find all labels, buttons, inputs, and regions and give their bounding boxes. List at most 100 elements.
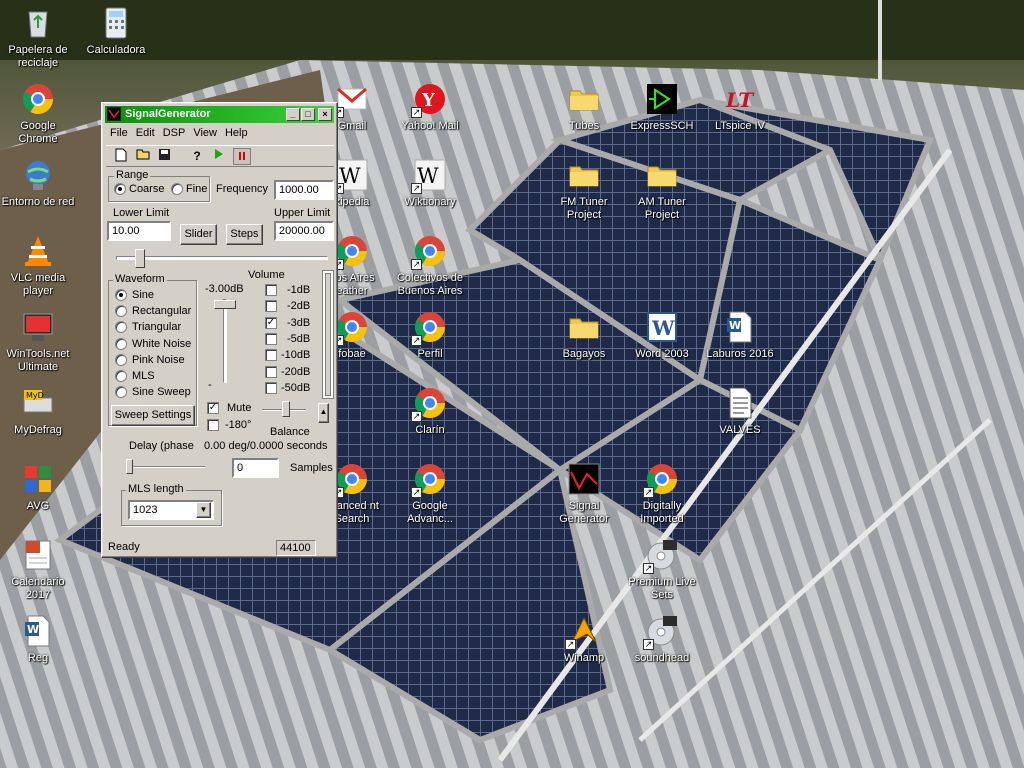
pause-icon[interactable] xyxy=(233,148,251,165)
network-icon xyxy=(21,158,55,192)
yahoo-icon: Y ↗ xyxy=(411,82,447,118)
menu-view[interactable]: View xyxy=(189,125,221,139)
desktop-icon-colectivos[interactable]: ↗ Colectivos de Buenos Aires xyxy=(392,234,468,298)
waveform-radio-mls[interactable] xyxy=(115,370,127,382)
volume-step-checkbox[interactable] xyxy=(265,332,277,345)
menu-edit[interactable]: Edit xyxy=(132,125,159,139)
desktop-icon-label: AVG xyxy=(26,500,50,512)
upper-limit-field[interactable]: 20000.00 xyxy=(274,221,334,241)
mls-length-select[interactable]: 1023 ▼ xyxy=(128,500,214,520)
volume-step-checkbox[interactable] xyxy=(265,365,277,378)
lower-limit-field[interactable]: 10.00 xyxy=(107,221,171,241)
desktop-icon-laburos[interactable]: W Laburos 2016 xyxy=(702,310,778,361)
volume-step-checkbox[interactable] xyxy=(265,349,277,362)
title-bar[interactable]: SignalGenerator _ □ × xyxy=(105,106,334,123)
desktop-icon-wintools[interactable]: WinTools.net Ultimate xyxy=(0,310,76,374)
desktop-icon-label: Wiktionary xyxy=(404,196,456,208)
volume-step-checkbox[interactable] xyxy=(265,381,277,394)
desktop-icon-vlc[interactable]: VLC media player xyxy=(0,234,76,298)
close-button[interactable]: × xyxy=(318,108,332,121)
waveform-radio-pink-noise[interactable] xyxy=(115,353,127,366)
fine-radio[interactable] xyxy=(171,183,183,195)
volume-step-checkbox[interactable] xyxy=(265,284,277,296)
open-folder-icon[interactable] xyxy=(134,148,152,165)
save-icon[interactable] xyxy=(155,148,173,165)
desktop-icon-calendario[interactable]: Calendario 2017 xyxy=(0,538,76,602)
balance-slider-thumb[interactable] xyxy=(282,401,290,417)
desktop-icon-clarin[interactable]: ↗ Clarín xyxy=(392,386,468,437)
sweep-settings-button[interactable]: Sweep Settings xyxy=(111,405,195,426)
menu-file[interactable]: File xyxy=(106,125,132,139)
desktop-icon-network[interactable]: Entorno de red xyxy=(0,158,76,209)
desktop-icon-label: AM Tuner Project xyxy=(638,196,686,221)
desktop-icon-calc[interactable]: Calculadora xyxy=(78,6,154,57)
desktop-icon-avg[interactable]: AVG xyxy=(0,462,76,513)
svg-text:MyD: MyD xyxy=(26,391,44,400)
desktop-icon-word2003[interactable]: W Word 2003 xyxy=(624,310,700,361)
play-icon[interactable] xyxy=(210,148,228,165)
frequency-slider-thumb[interactable] xyxy=(135,249,145,268)
desktop-icon-label: Colectivos de Buenos Aires xyxy=(396,272,464,297)
samples-label: Samples xyxy=(290,462,333,474)
desktop-icon-chrome[interactable]: Google Chrome xyxy=(0,82,76,146)
volume-step-label: -5dB xyxy=(287,332,311,345)
waveform-radio-white-noise[interactable] xyxy=(115,337,127,350)
mydefrag-icon: MyD xyxy=(21,386,55,420)
coarse-radio[interactable] xyxy=(114,183,126,195)
folder-icon xyxy=(567,158,601,192)
desktop-icon-yahoo[interactable]: Y ↗ Yahoo! Mail xyxy=(392,82,468,133)
frequency-field[interactable]: 1000.00 xyxy=(274,180,334,200)
volume-step-checkbox[interactable] xyxy=(265,300,277,313)
desktop-icon-soundhead[interactable]: ↗ soundhead xyxy=(624,614,700,665)
desktop-icon-siggen[interactable]: Signal Generator xyxy=(546,462,622,526)
desktop-icon-label: Perfil xyxy=(417,348,443,360)
desktop-icon-winamp[interactable]: ↗ Winamp xyxy=(546,614,622,665)
waveform-radio-sine[interactable] xyxy=(115,289,127,301)
wikipedia-icon: W ↗ xyxy=(411,158,447,194)
desktop-icon-bagayos[interactable]: Bagayos xyxy=(546,310,622,361)
frequency-slider-track xyxy=(116,256,328,260)
desktop-icon-ltspice[interactable]: LT LTspice IV xyxy=(702,82,778,133)
volume-slider-thumb[interactable] xyxy=(214,300,236,309)
balance-spin-button[interactable]: ▲ xyxy=(318,403,329,423)
desktop-icon-mydefrag[interactable]: MyD MyDefrag xyxy=(0,386,76,437)
chrome-icon: ↗ xyxy=(411,234,447,270)
invert-checkbox[interactable] xyxy=(207,419,219,431)
desktop-icon-label: Google Advanc... xyxy=(407,500,453,525)
steps-button[interactable]: Steps xyxy=(226,224,263,245)
samples-field[interactable]: 0 xyxy=(232,458,279,478)
help-icon[interactable]: ? xyxy=(188,148,206,165)
new-file-icon[interactable] xyxy=(112,148,130,165)
menu-dsp[interactable]: DSP xyxy=(159,125,190,139)
wintools-icon xyxy=(21,310,55,344)
desktop-icon-label: Calculadora xyxy=(86,44,146,56)
desktop-icon-perfil[interactable]: ↗ Perfil xyxy=(392,310,468,361)
desktop-icon-label: WinTools.net Ultimate xyxy=(6,348,70,373)
desktop-icon-amtuner[interactable]: AM Tuner Project xyxy=(624,158,700,222)
svg-text:Y: Y xyxy=(421,90,436,111)
volume-label: Volume xyxy=(248,269,285,281)
desktop-icon-valves[interactable]: VALVES xyxy=(702,386,778,437)
balance-label: Balance xyxy=(270,426,310,438)
window-title: SignalGenerator xyxy=(125,108,211,120)
maximize-button[interactable]: □ xyxy=(301,108,315,121)
resize-grip-icon[interactable] xyxy=(317,540,333,556)
menu-help[interactable]: Help xyxy=(221,125,252,139)
desktop-icon-expresssch[interactable]: ExpressSCH xyxy=(624,82,700,133)
shortcut-arrow-icon: ↗ xyxy=(411,487,422,498)
desktop-icon-wiktionary[interactable]: W ↗ Wiktionary xyxy=(392,158,468,209)
desktop-icon-fmtuner[interactable]: FM Tuner Project xyxy=(546,158,622,222)
desktop-icon-reg[interactable]: W Reg xyxy=(0,614,76,665)
chevron-down-icon[interactable]: ▼ xyxy=(196,502,211,518)
mute-checkbox[interactable]: ✓ xyxy=(207,402,219,414)
desktop-icon-premium[interactable]: ↗ Premium Live Sets xyxy=(624,538,700,602)
delay-slider-thumb[interactable] xyxy=(126,459,133,474)
volume-step-checkbox[interactable]: ✓ xyxy=(265,316,277,329)
minimize-button[interactable]: _ xyxy=(286,108,300,121)
desktop-icon-tubes[interactable]: Tubes xyxy=(546,82,622,133)
desktop-icon-googleadv[interactable]: ↗ Google Advanc... xyxy=(392,462,468,526)
slider-button[interactable]: Slider xyxy=(180,224,217,245)
desktop-icon-digitally[interactable]: ↗ Digitally Imported xyxy=(624,462,700,526)
desktop-icon-recycle[interactable]: Papelera de reciclaje xyxy=(0,6,76,70)
app-icon xyxy=(107,107,121,121)
